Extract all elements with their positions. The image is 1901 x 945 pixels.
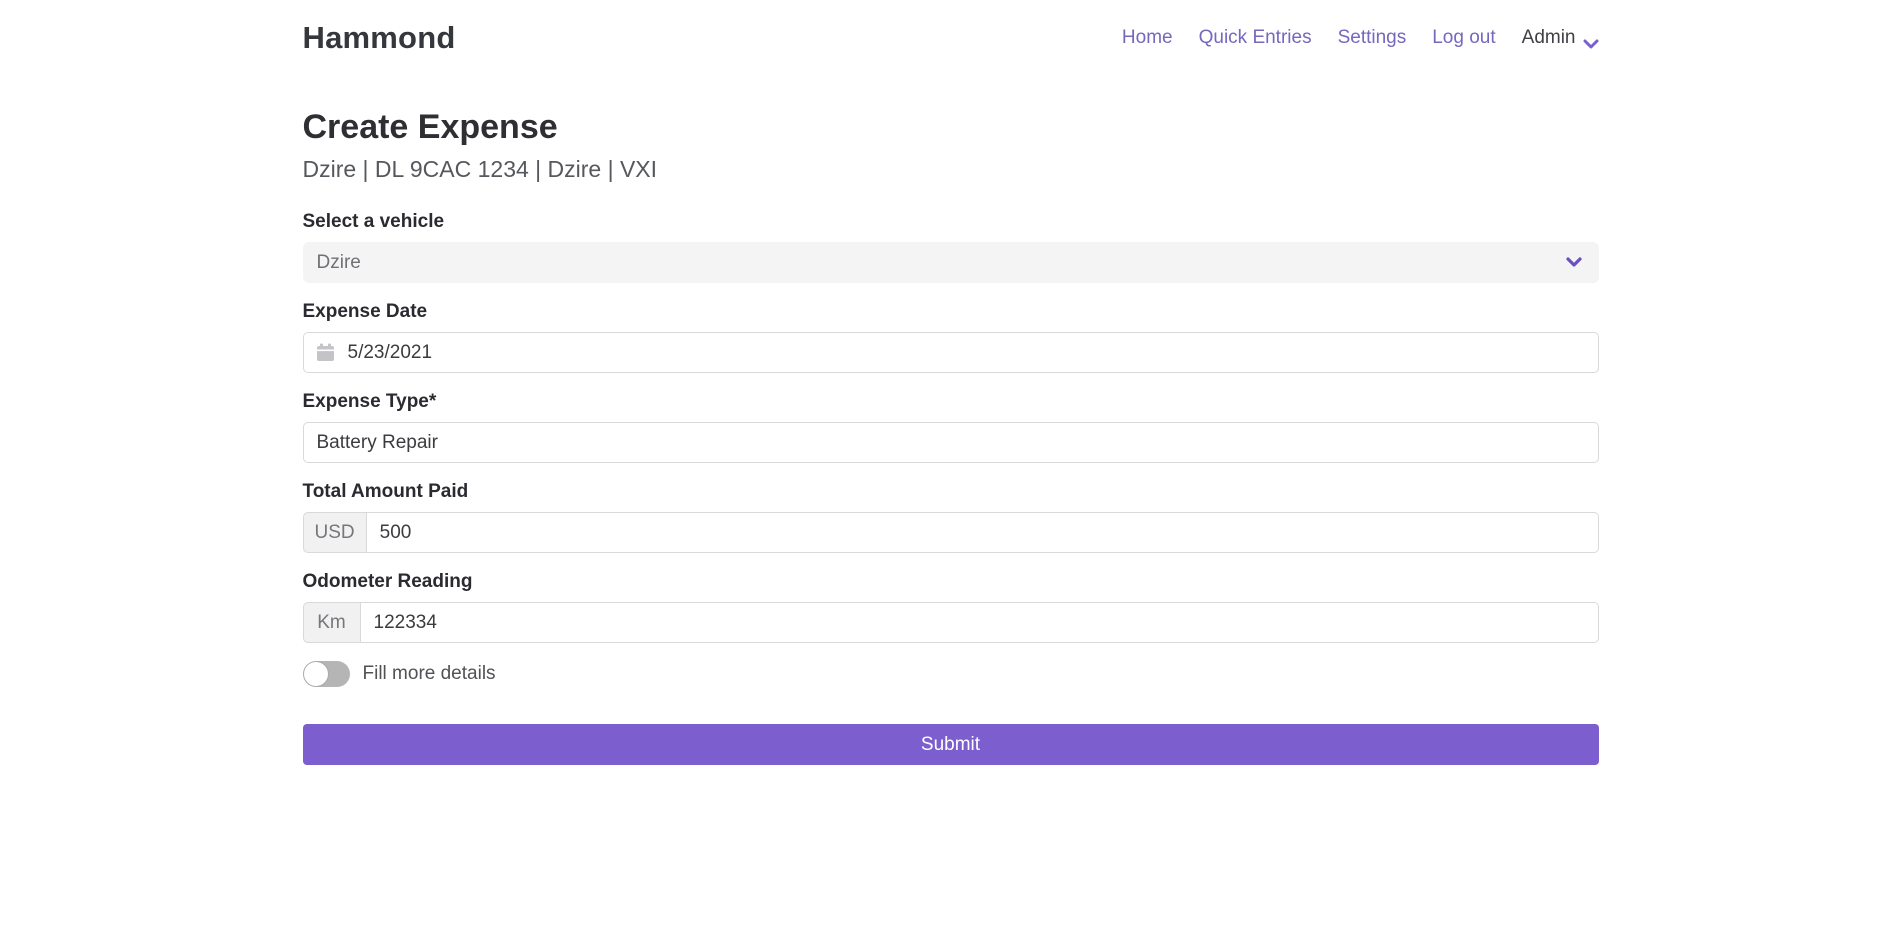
odometer-field: Odometer Reading Km <box>303 571 1599 643</box>
user-menu[interactable]: Admin <box>1522 27 1599 49</box>
page-title: Create Expense <box>303 108 1599 147</box>
calendar-icon <box>316 343 335 367</box>
fill-more-details-toggle[interactable] <box>303 661 350 687</box>
nav-settings[interactable]: Settings <box>1338 27 1407 49</box>
expense-type-label: Expense Type* <box>303 391 1599 413</box>
expense-date-label: Expense Date <box>303 301 1599 323</box>
nav-home[interactable]: Home <box>1122 27 1173 49</box>
vehicle-summary: Dzire | DL 9CAC 1234 | Dzire | VXI <box>303 156 1599 183</box>
vehicle-select[interactable]: Dzire <box>303 242 1599 283</box>
expense-form: Select a vehicle Dzire Expense Date <box>303 211 1599 765</box>
chevron-down-icon <box>1565 255 1583 273</box>
create-expense-page: Create Expense Dzire | DL 9CAC 1234 | Dz… <box>303 108 1599 945</box>
header: Hammond Home Quick Entries Settings Log … <box>0 0 1901 56</box>
expense-date-field: Expense Date <box>303 301 1599 373</box>
currency-prefix: USD <box>303 512 366 553</box>
total-amount-field: Total Amount Paid USD <box>303 481 1599 553</box>
nav-quick-entries[interactable]: Quick Entries <box>1199 27 1312 49</box>
main-nav: Home Quick Entries Settings Log out Admi… <box>1122 27 1599 49</box>
fill-more-details-label: Fill more details <box>363 663 496 685</box>
nav-logout[interactable]: Log out <box>1432 27 1495 49</box>
chevron-down-icon <box>1583 33 1599 43</box>
vehicle-selected-value: Dzire <box>317 252 361 274</box>
odometer-label: Odometer Reading <box>303 571 1599 593</box>
brand-logo[interactable]: Hammond <box>303 20 456 56</box>
toggle-knob <box>304 662 328 686</box>
user-menu-label: Admin <box>1522 27 1576 49</box>
odometer-input[interactable] <box>360 602 1599 643</box>
vehicle-field: Select a vehicle Dzire <box>303 211 1599 283</box>
submit-button[interactable]: Submit <box>303 724 1599 765</box>
more-details-row: Fill more details <box>303 661 1599 687</box>
expense-type-input[interactable] <box>303 422 1599 463</box>
total-amount-label: Total Amount Paid <box>303 481 1599 503</box>
expense-date-input[interactable] <box>303 332 1599 373</box>
total-amount-input[interactable] <box>366 512 1599 553</box>
expense-type-field: Expense Type* <box>303 391 1599 463</box>
vehicle-label: Select a vehicle <box>303 211 1599 233</box>
distance-unit-prefix: Km <box>303 602 360 643</box>
